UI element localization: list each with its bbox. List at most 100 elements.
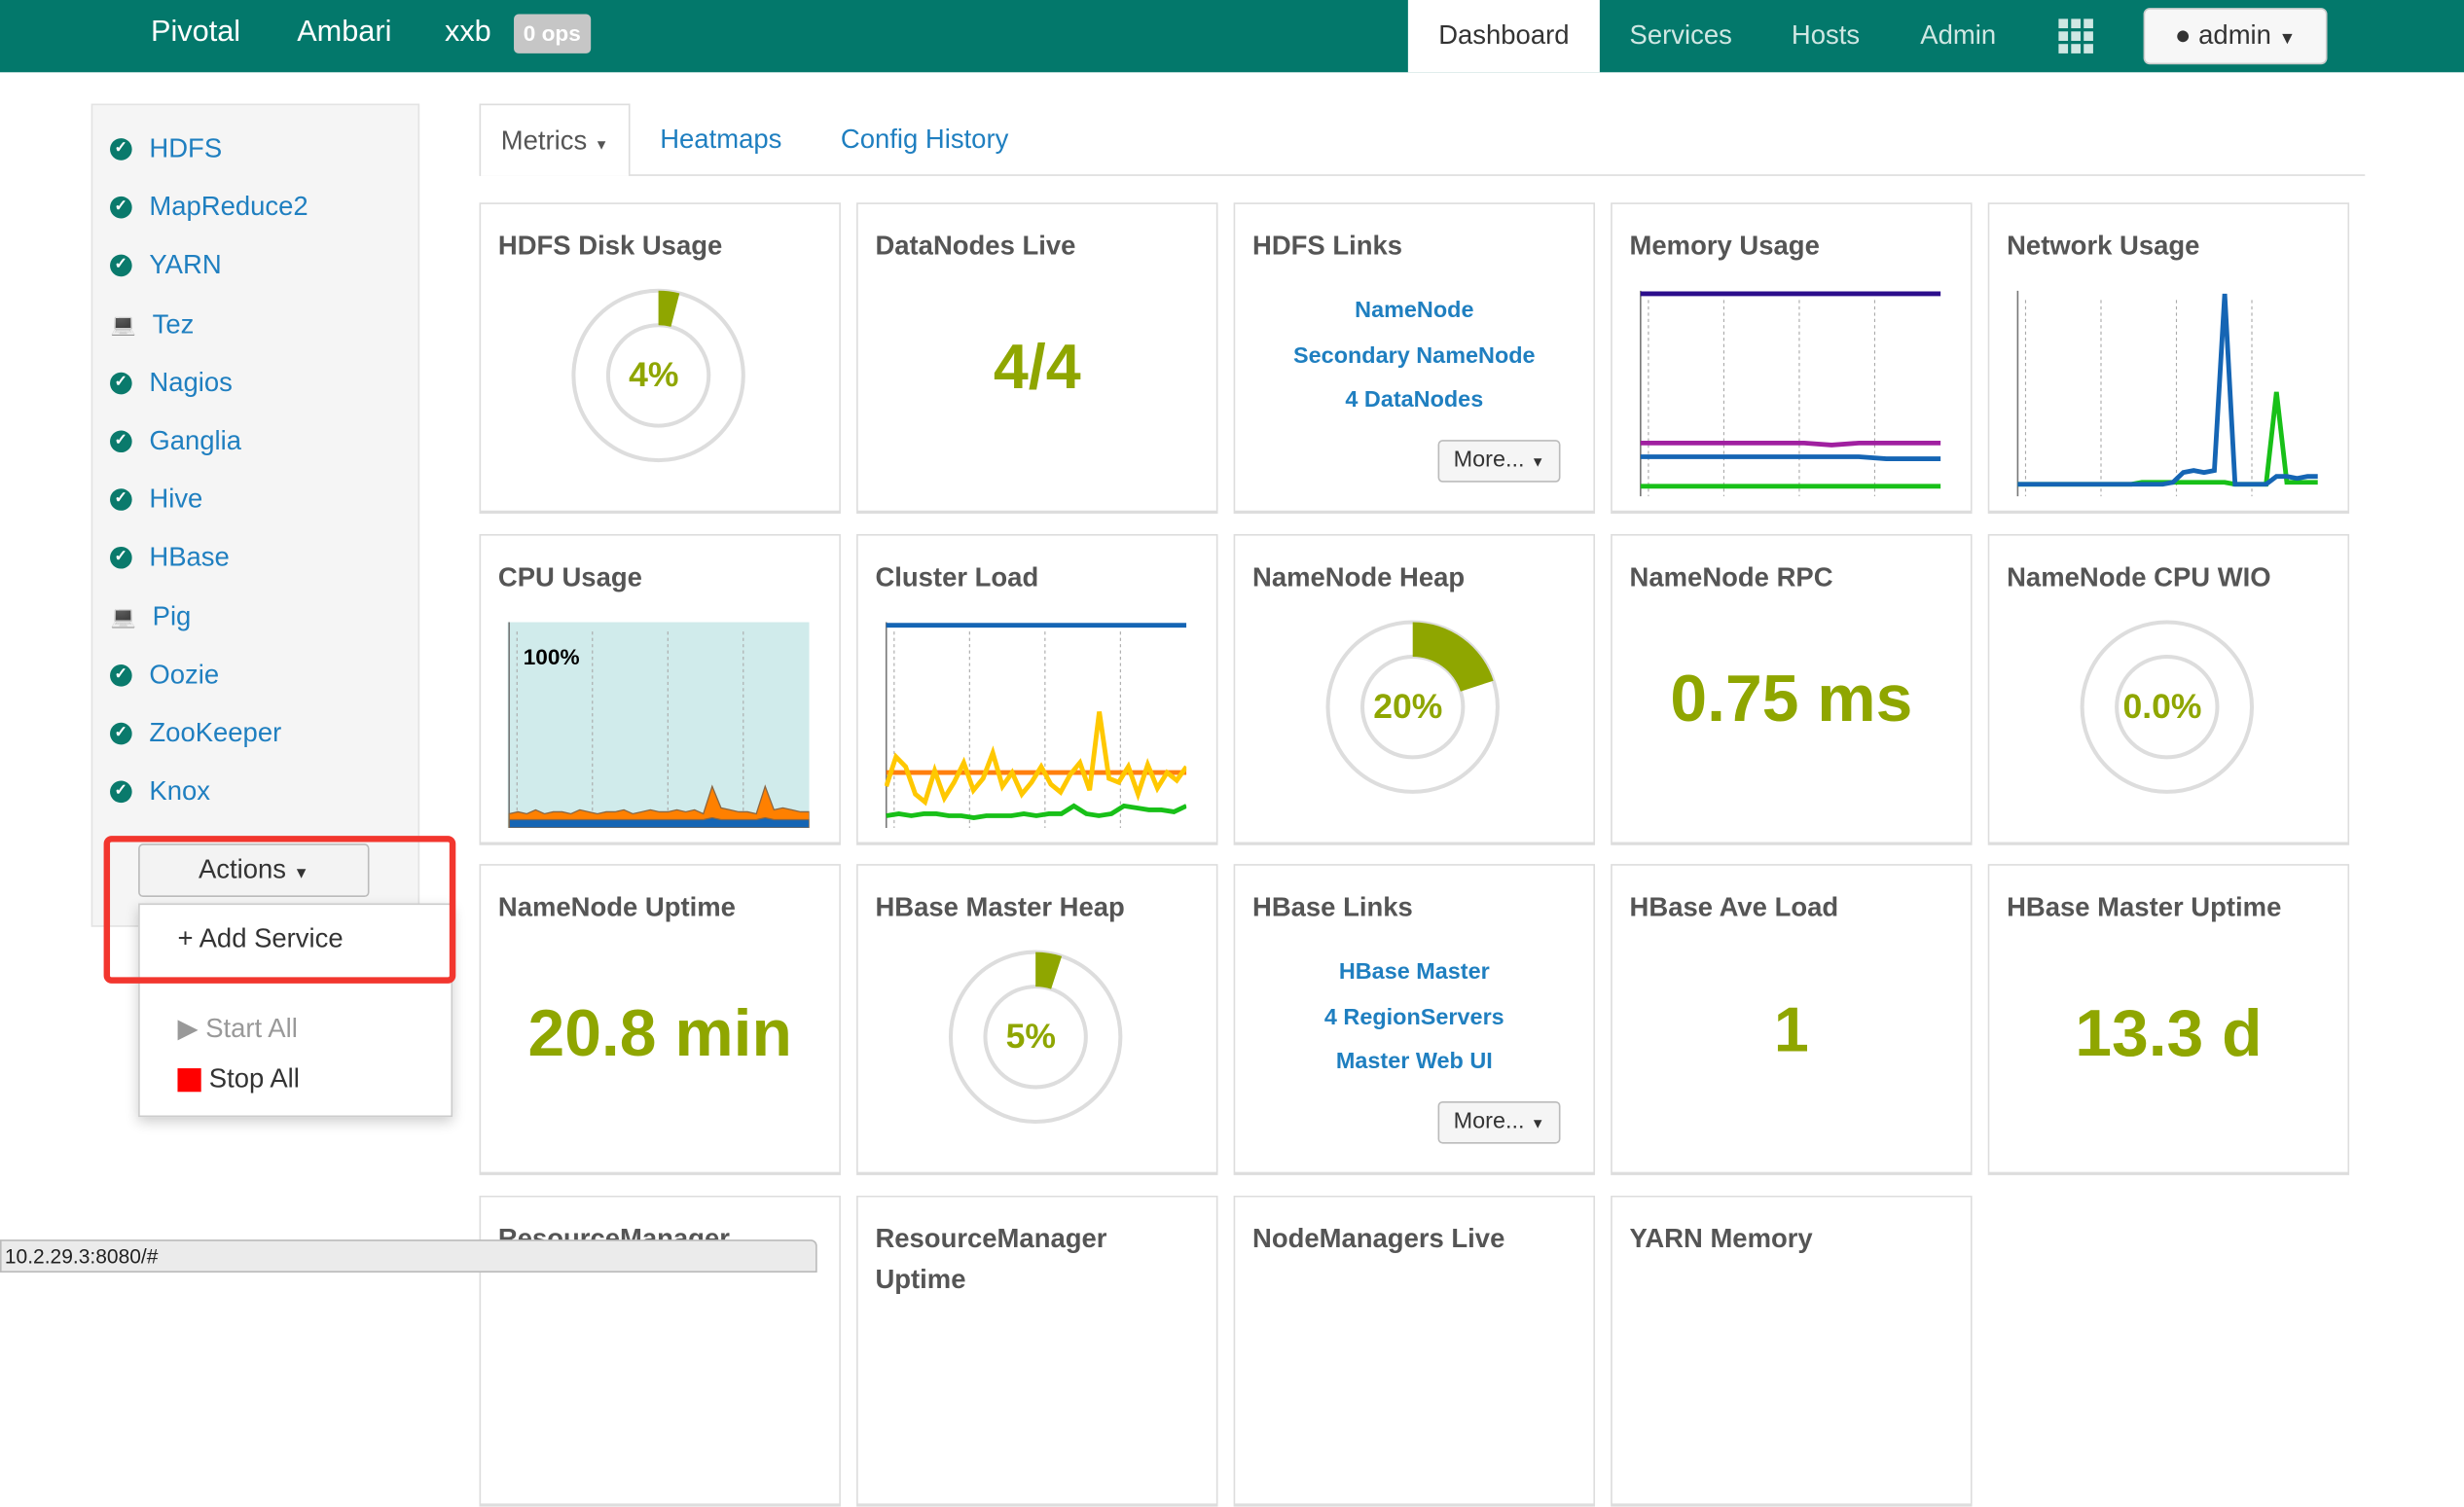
widget-datanodes: DataNodes Live 4/4 — [856, 202, 1218, 515]
sidebar-item-yarn[interactable]: ✓ YARN — [110, 247, 222, 285]
widget-value: 20.8 min — [527, 995, 792, 1070]
more-button[interactable]: More... ▼ — [1437, 440, 1561, 483]
top-navbar: Pivotal Ambari xxb 0 ops Dashboard Servi… — [0, 0, 2464, 73]
sidebar-item-label: ZooKeeper — [149, 717, 282, 748]
caret-down-icon: ▼ — [2278, 29, 2297, 50]
check-circle-icon: ✓ — [110, 255, 132, 277]
widget-nn-uptime: NameNode Uptime 20.8 min — [479, 864, 841, 1175]
link-secondary-namenode[interactable]: Secondary NameNode — [1235, 343, 1593, 369]
widget-value: 13.3 d — [2075, 995, 2263, 1070]
user-menu-button[interactable]: ● admin ▼ — [2143, 8, 2328, 65]
widget-title: HBase Master Uptime — [2007, 892, 2282, 922]
cpu-max-label: 100% — [523, 644, 580, 669]
widget-hdfs-disk: HDFS Disk Usage 4% — [479, 202, 841, 515]
caret-down-icon: ▼ — [1530, 1115, 1545, 1131]
widget-value: 20% — [1373, 686, 1443, 727]
sidebar-item-nagios[interactable]: ✓ Nagios — [110, 364, 233, 402]
series-2 — [1640, 454, 1941, 461]
sidebar-item-label: HDFS — [149, 133, 223, 163]
sidebar-item-zookeeper[interactable]: ✓ ZooKeeper — [110, 715, 281, 753]
check-circle-icon: ✓ — [110, 372, 132, 394]
link-master-web-ui[interactable]: Master Web UI — [1235, 1050, 1593, 1075]
tab-metrics[interactable]: Metrics ▼ — [479, 103, 631, 176]
link-namenode[interactable]: NameNode — [1235, 299, 1593, 324]
sidebar-item-oozie[interactable]: ✓ Oozie — [110, 657, 219, 695]
check-circle-icon: ✓ — [110, 197, 132, 219]
tab-config-history[interactable]: Config History — [841, 104, 1008, 176]
widget-nm-live: NodeManagers Live — [1233, 1195, 1596, 1507]
widget-memory: Memory Usage — [1611, 202, 1973, 515]
widget-title: Cluster Load — [875, 562, 1039, 592]
pivotal-logo[interactable]: Pivotal — [151, 16, 240, 51]
sidebar-item-label: Hive — [149, 484, 203, 515]
more-button[interactable]: More... ▼ — [1437, 1100, 1561, 1144]
link-hbase-master[interactable]: HBase Master — [1235, 960, 1593, 986]
sidebar-item-tez[interactable]: 💻 Tez — [110, 305, 195, 343]
widget-value: 5% — [1005, 1016, 1056, 1057]
sidebar-item-label: MapReduce2 — [149, 192, 308, 222]
tab-heatmaps[interactable]: Heatmaps — [660, 104, 781, 176]
widget-hbase-uptime: HBase Master Uptime 13.3 d — [1987, 864, 2350, 1175]
nav-services[interactable]: Services — [1600, 0, 1762, 72]
highlight-box — [103, 836, 456, 984]
grid-icon[interactable] — [2058, 18, 2093, 54]
sidebar-item-mapreduce2[interactable]: ✓ MapReduce2 — [110, 189, 308, 227]
stop-all-item[interactable]: Stop All — [209, 1062, 300, 1097]
sidebar-item-hive[interactable]: ✓ Hive — [110, 481, 202, 519]
widget-hbase-load: HBase Ave Load 1 — [1611, 864, 1973, 1175]
widget-cluster-load: Cluster Load — [856, 534, 1218, 845]
widget-value: 4% — [629, 354, 679, 395]
caret-down-icon: ▼ — [594, 136, 609, 153]
link-4-datanodes[interactable]: 4 DataNodes — [1235, 388, 1593, 413]
widget-title: ResourceManager Uptime — [875, 1223, 1107, 1295]
nav-admin[interactable]: Admin — [1891, 0, 2026, 72]
widget-value: 0.0% — [2122, 686, 2202, 727]
widget-nn-cpu: NameNode CPU WIO 0.0% — [1987, 534, 2350, 845]
check-circle-icon: ✓ — [110, 488, 132, 512]
laptop-icon: 💻 — [110, 604, 136, 628]
widget-title: DataNodes Live — [875, 231, 1076, 262]
widget-title: CPU Usage — [497, 562, 642, 592]
widget-title: HDFS Links — [1251, 231, 1403, 262]
cluster-load-chart — [885, 622, 1187, 828]
sidebar-item-ganglia[interactable]: ✓ Ganglia — [110, 422, 241, 460]
sidebar-item-label: YARN — [149, 250, 222, 281]
sidebar-item-label: HBase — [149, 542, 230, 573]
widget-nn-heap: NameNode Heap 20% — [1233, 534, 1596, 845]
nav-hosts[interactable]: Hosts — [1761, 0, 1890, 72]
tab-label: Metrics — [500, 126, 588, 156]
sidebar-item-knox[interactable]: ✓ Knox — [110, 773, 210, 811]
widget-title: HBase Links — [1251, 892, 1413, 922]
sidebar-item-label: Oozie — [149, 659, 220, 690]
widget-value: 4/4 — [993, 333, 1081, 403]
widget-cpu: CPU Usage 100% — [479, 534, 841, 845]
widget-title: NameNode RPC — [1629, 562, 1833, 592]
nav-dashboard[interactable]: Dashboard — [1407, 0, 1600, 73]
check-circle-icon: ✓ — [110, 664, 132, 687]
widget-title: NodeManagers Live — [1251, 1223, 1505, 1254]
widget-hbase-heap: HBase Master Heap 5% — [856, 864, 1218, 1175]
series-2 — [885, 711, 1187, 807]
sidebar-item-label: Nagios — [149, 367, 233, 398]
ops-badge[interactable]: 0 ops — [514, 14, 591, 54]
series-1 — [1640, 440, 1941, 448]
sidebar-item-pig[interactable]: 💻 Pig — [110, 598, 192, 636]
user-icon: ● — [2174, 19, 2192, 51]
series-1 — [508, 816, 810, 828]
sidebar-item-hbase[interactable]: ✓ HBase — [110, 540, 230, 578]
stop-icon — [177, 1068, 201, 1093]
link-4-regionservers[interactable]: 4 RegionServers — [1235, 1005, 1593, 1030]
series-3 — [886, 803, 1187, 820]
start-all-item[interactable]: ▶ Start All — [177, 1012, 297, 1047]
widget-hdfs-links: HDFS Links NameNode Secondary NameNode 4 Da… — [1233, 202, 1596, 515]
sidebar-item-hdfs[interactable]: ✓ HDFS — [110, 130, 222, 168]
ambari-link[interactable]: Ambari — [297, 16, 391, 51]
widget-value: 0.75 ms — [1670, 661, 1913, 736]
more-label: More... — [1453, 448, 1525, 474]
status-bar-url: 10.2.29.3:8080/# — [0, 1239, 817, 1273]
sidebar-item-label: Tez — [152, 308, 195, 340]
caret-down-icon: ▼ — [1530, 453, 1545, 470]
network-chart — [2016, 290, 2318, 497]
cluster-name[interactable]: xxb — [445, 16, 491, 51]
sidebar-item-label: Ganglia — [149, 425, 242, 456]
